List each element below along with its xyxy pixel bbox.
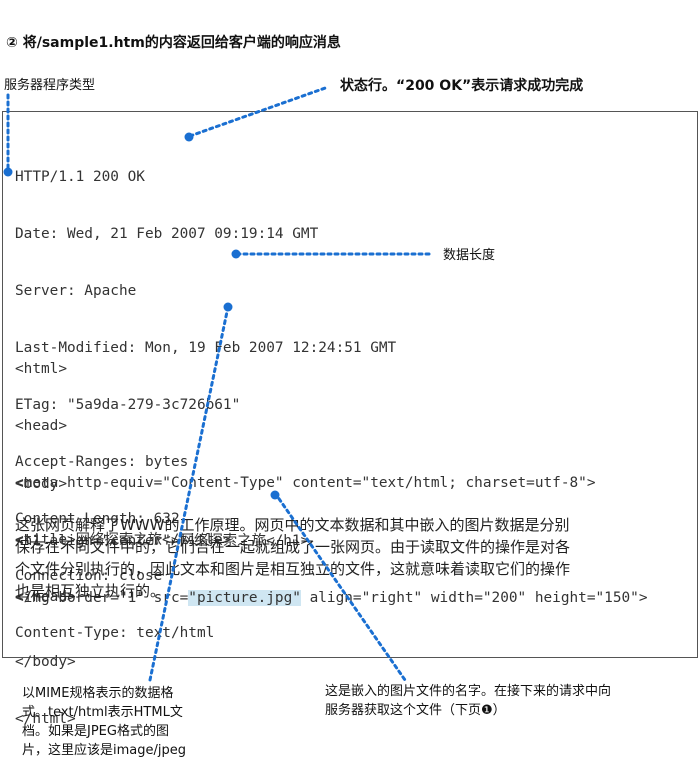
callout-line-status xyxy=(188,85,330,138)
callout-dot-status xyxy=(184,132,194,142)
callout-dot-image xyxy=(270,490,280,500)
callout-line-image xyxy=(273,491,407,682)
callout-lines xyxy=(3,85,432,682)
callout-dot-mime xyxy=(223,302,233,312)
callout-dot-server-type xyxy=(3,167,13,177)
callout-line-mime xyxy=(148,305,230,682)
callout-dot-length xyxy=(231,249,241,259)
